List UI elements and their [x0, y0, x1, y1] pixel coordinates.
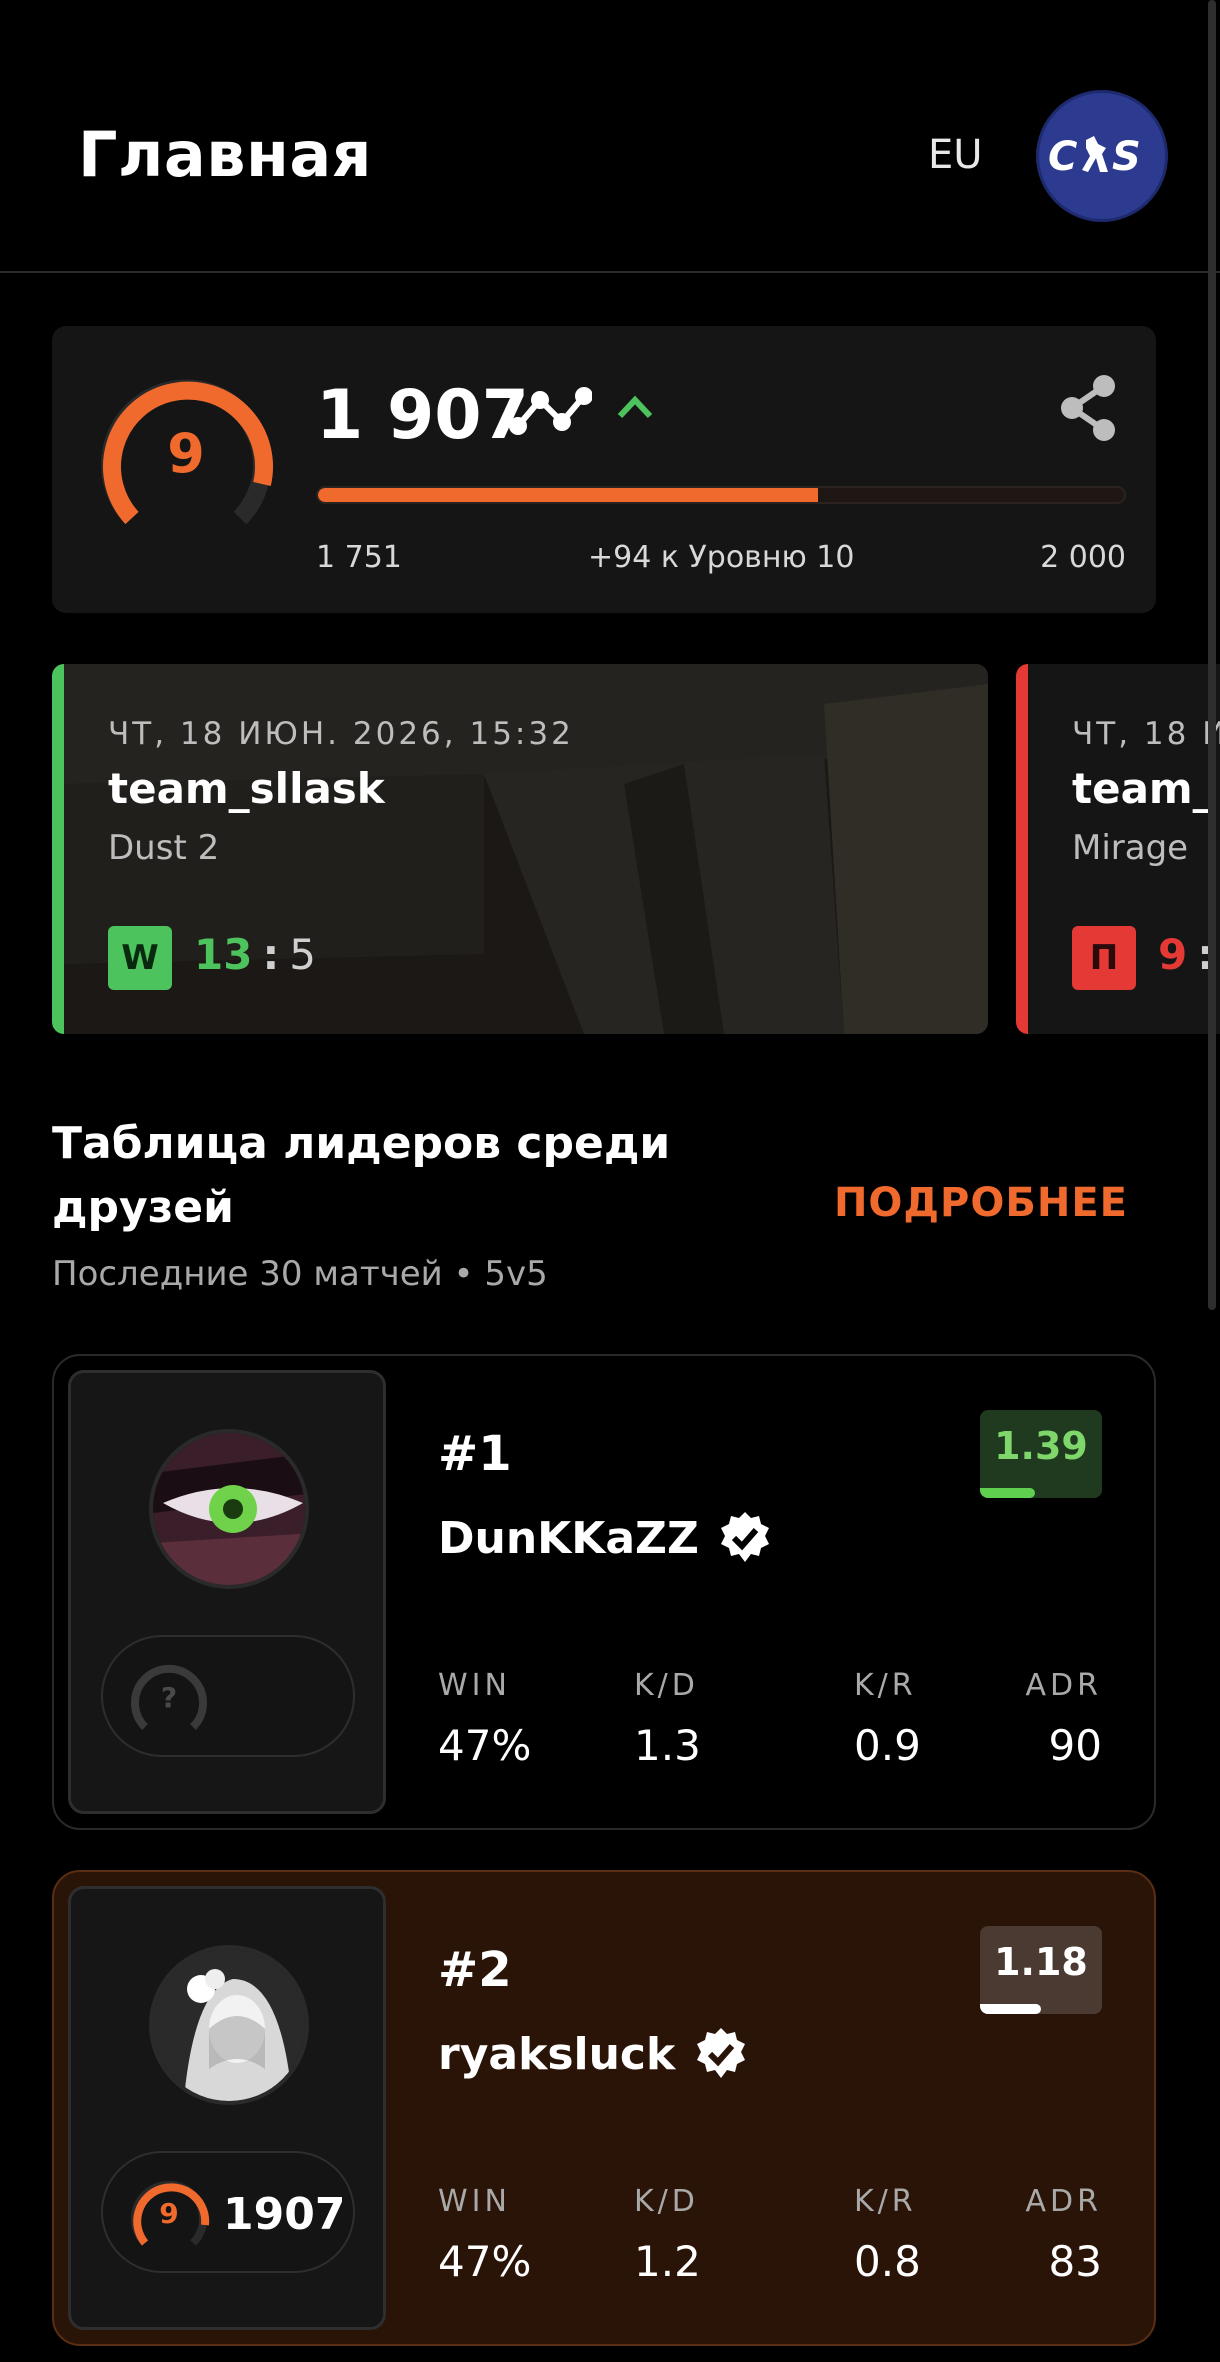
- player-rank: #1: [438, 1426, 512, 1482]
- match-map: Mirage: [1072, 828, 1189, 868]
- verified-icon: [720, 1512, 769, 1562]
- player-name-text: ryaksluck: [438, 2028, 676, 2080]
- player-rank: #2: [438, 1942, 512, 1998]
- stat-value: 1.2: [634, 2237, 701, 2286]
- elo-goal-text: +94 к Уровню 10: [588, 540, 855, 575]
- avatar-panel: 9 1907: [68, 1886, 386, 2330]
- stat-label: K/R: [854, 2184, 917, 2219]
- rating-badge: 1.18: [980, 1926, 1102, 2014]
- player-name: DunKKaZZ: [438, 1510, 773, 1566]
- level-number: 9: [167, 422, 205, 485]
- trend-line-icon: [509, 387, 592, 435]
- result-badge: W: [108, 926, 172, 990]
- avatar-panel: ?: [68, 1370, 386, 1814]
- elo-progress-fill: [318, 488, 818, 502]
- stat-kd: K/D 1.3: [634, 1668, 701, 1770]
- elo-progress-bar: [316, 486, 1126, 504]
- chevron-up-icon: [617, 395, 653, 419]
- stat-value: 0.9: [854, 1721, 921, 1770]
- stat-adr: ADR 90: [1026, 1668, 1102, 1770]
- stat-label: WIN: [438, 2184, 511, 2219]
- verified-icon: [697, 2028, 746, 2078]
- level-pill: 9 1907: [101, 2151, 355, 2273]
- stat-value: 83: [1048, 2237, 1102, 2286]
- elo-value: 1 907: [316, 376, 529, 455]
- stat-adr: ADR 83: [1026, 2184, 1102, 2286]
- share-icon[interactable]: [1052, 372, 1122, 444]
- match-card[interactable]: ЧТ, 18 И team_ Mirage П 9:: [1016, 664, 1220, 1034]
- cs-logo-icon: C S: [1048, 134, 1141, 180]
- level-pill: ?: [101, 1635, 355, 1757]
- match-date: ЧТ, 18 ИЮН. 2026, 15:32: [108, 716, 574, 752]
- level-number: ?: [160, 1681, 178, 1714]
- rating-badge: 1.39: [980, 1410, 1102, 1498]
- player-name-text: DunKKaZZ: [438, 1512, 699, 1564]
- elo-max: 2 000: [1040, 540, 1126, 575]
- stat-label: K/D: [634, 1668, 699, 1703]
- level-number: 9: [159, 2197, 179, 2230]
- stat-kr: K/R 0.8: [854, 2184, 921, 2286]
- scrollbar[interactable]: [1208, 0, 1216, 1310]
- rating-bar: [980, 1488, 1035, 1498]
- stat-value: 47%: [438, 2237, 532, 2286]
- match-map: Dust 2: [108, 828, 220, 868]
- stat-label: ADR: [1025, 1668, 1102, 1703]
- player-name: ryaksluck: [438, 2026, 749, 2082]
- page-title: Главная: [78, 118, 372, 191]
- leaderboard-title: Таблица лидеров среди друзей: [52, 1118, 671, 1233]
- avatar: [149, 1429, 309, 1589]
- result-badge: П: [1072, 926, 1136, 990]
- stat-kr: K/R 0.9: [854, 1668, 921, 1770]
- region-selector[interactable]: EU: [928, 132, 983, 178]
- top-bar: Главная EU C S: [0, 0, 1220, 273]
- stat-value: 1.3: [634, 1721, 701, 1770]
- match-date: ЧТ, 18 И: [1072, 716, 1220, 752]
- stat-value: 90: [1048, 1721, 1102, 1770]
- leaderboard-row[interactable]: 9 1907 #2 ryaksluck 1.18 WIN 47% K/D 1.2 K…: [52, 1870, 1156, 2346]
- stat-label: WIN: [438, 1668, 511, 1703]
- player-elo: 1907: [223, 2189, 346, 2240]
- leaderboard-subtitle: Последние 30 матчей • 5v5: [52, 1254, 548, 1294]
- stat-label: K/R: [854, 1668, 917, 1703]
- svg-text:C: C: [1048, 134, 1077, 180]
- match-team: team_sllask: [108, 764, 385, 813]
- score-own: 9: [1158, 930, 1188, 979]
- elo-min: 1 751: [316, 540, 402, 575]
- more-button[interactable]: ПОДРОБНЕЕ: [834, 1180, 1128, 1226]
- stat-label: K/D: [634, 2184, 699, 2219]
- stat-win: WIN 47%: [438, 1668, 531, 1770]
- match-score: 13:5: [194, 930, 316, 979]
- stat-win: WIN 47%: [438, 2184, 531, 2286]
- elo-card: 9 1 907 1 751 +94 к Уровню 10 2 000: [52, 326, 1156, 613]
- rating-value: 1.18: [994, 1940, 1088, 1984]
- game-logo-button[interactable]: C S: [1036, 90, 1168, 222]
- score-own: 13: [194, 930, 253, 979]
- score-other: 5: [289, 930, 316, 979]
- leaderboard-row[interactable]: ? #1 DunKKaZZ 1.39 WIN 47% K/D 1.3 K/R 0.9 …: [52, 1354, 1156, 1830]
- match-team: team_: [1072, 764, 1214, 813]
- stat-value: 47%: [438, 1721, 532, 1770]
- rating-value: 1.39: [994, 1424, 1088, 1468]
- svg-text:S: S: [1112, 134, 1141, 180]
- stat-label: ADR: [1025, 2184, 1102, 2219]
- stat-value: 0.8: [854, 2237, 921, 2286]
- avatar: [149, 1945, 309, 2105]
- rating-bar: [980, 2004, 1041, 2014]
- match-card[interactable]: ЧТ, 18 ИЮН. 2026, 15:32 team_sllask Dust…: [52, 664, 988, 1034]
- stat-kd: K/D 1.2: [634, 2184, 701, 2286]
